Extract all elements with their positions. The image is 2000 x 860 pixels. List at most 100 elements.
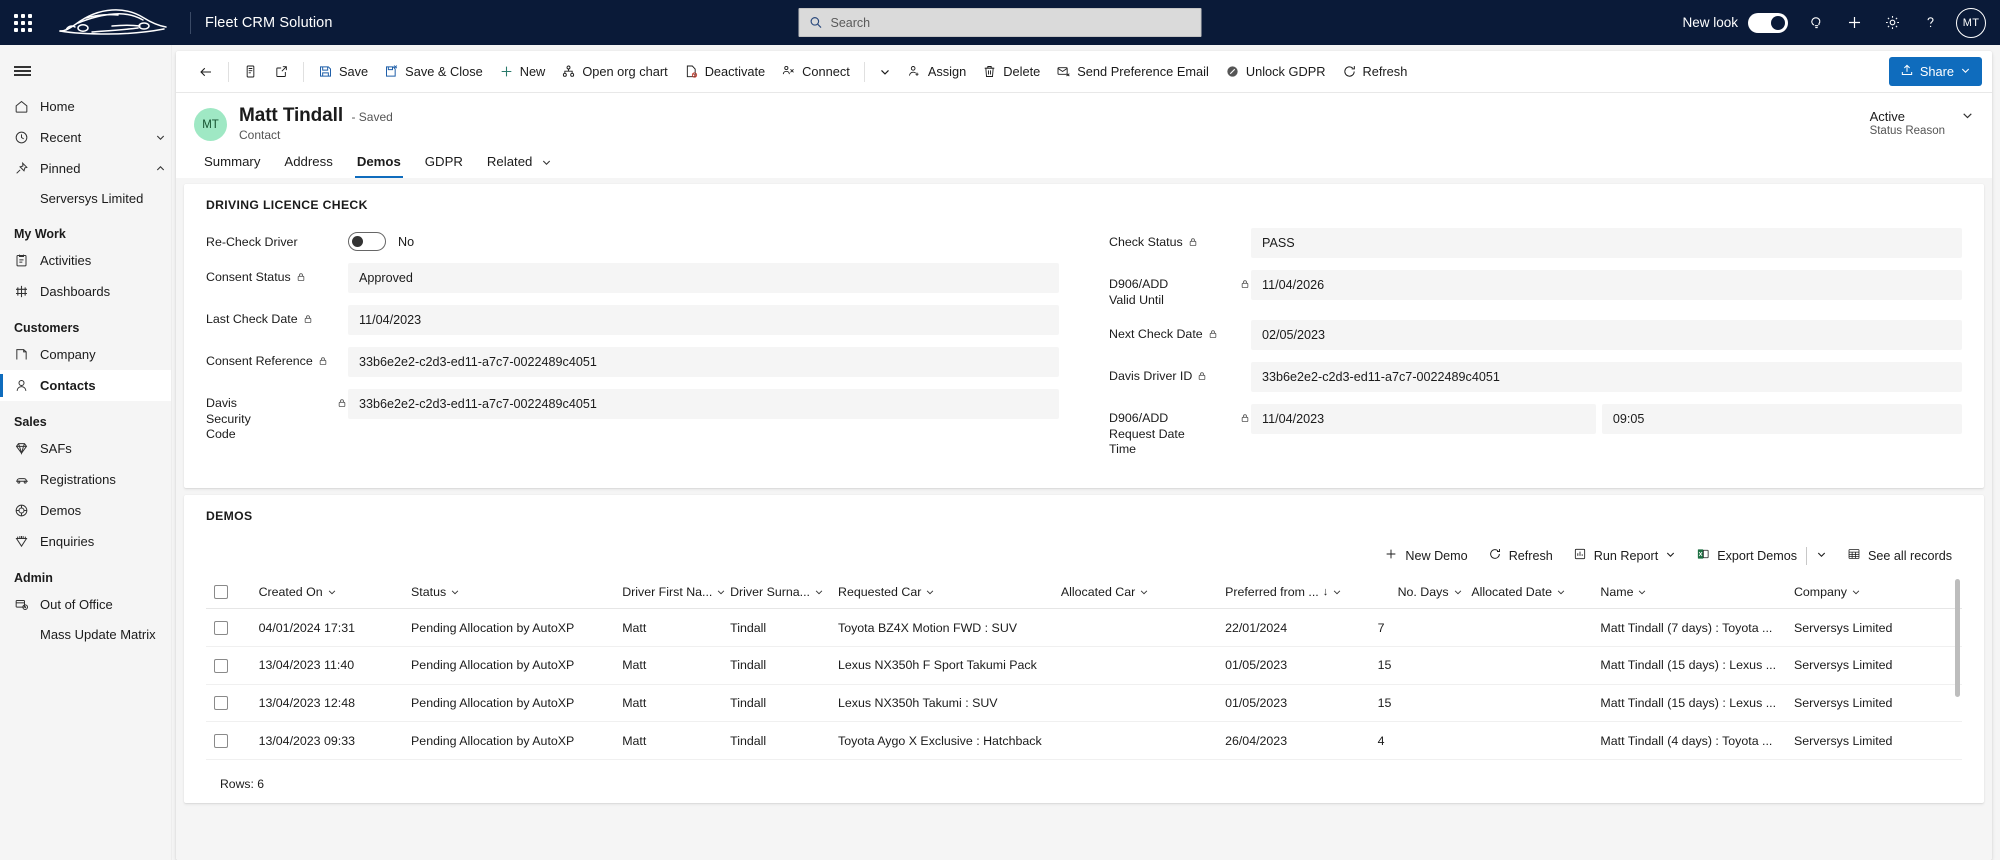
col-company[interactable]: Company <box>1785 576 1962 610</box>
unlock-gdpr-button[interactable]: Unlock GDPR <box>1217 57 1334 87</box>
back-arrow-icon[interactable] <box>190 57 222 87</box>
cell-requested-car[interactable]: Toyota BZ4X Motion FWD : SUV <box>830 608 1053 647</box>
col-allocated-date[interactable]: Allocated Date <box>1463 576 1593 610</box>
chevron-down-icon[interactable] <box>1816 549 1827 563</box>
tab-gdpr[interactable]: GDPR <box>415 146 473 178</box>
row-select-cell[interactable] <box>206 684 251 723</box>
sidebar-item-contacts[interactable]: Contacts <box>0 370 171 401</box>
global-search[interactable] <box>798 8 1202 37</box>
col-allocated-car[interactable]: Allocated Car <box>1052 576 1218 610</box>
col-requested-car[interactable]: Requested Car <box>830 576 1053 610</box>
row-select-cell[interactable] <box>206 759 251 765</box>
consent-status-value[interactable]: Approved <box>348 263 1059 293</box>
d906-add-request-date-value[interactable]: 11/04/2023 <box>1251 404 1596 434</box>
form-icon[interactable] <box>235 57 266 87</box>
tab-address[interactable]: Address <box>274 146 342 178</box>
row-checkbox[interactable] <box>214 696 228 711</box>
select-all-checkbox[interactable] <box>214 585 228 600</box>
col-name[interactable]: Name <box>1592 576 1786 610</box>
cell-requested-car[interactable]: Lexus NX350h Takumi : SUV <box>830 684 1053 723</box>
table-row[interactable]: 13/04/2023 12:48 Pending Allocation by A… <box>206 684 1962 723</box>
cell-requested-car[interactable]: Toyota Aygo X Exclusive : Hatchback <box>830 721 1053 761</box>
next-check-date-value[interactable]: 02/05/2023 <box>1251 320 1962 350</box>
cell-company[interactable]: Serversys Limited <box>1785 608 1962 647</box>
col-created-on[interactable]: Created On <box>250 576 404 610</box>
cell-company[interactable]: Serversys Limited <box>1785 684 1962 723</box>
delete-button[interactable]: Delete <box>974 57 1048 87</box>
run-report-button[interactable]: Run Report <box>1563 541 1686 571</box>
new-look-toggle[interactable] <box>1748 12 1788 33</box>
col-status[interactable]: Status <box>403 576 615 610</box>
avatar[interactable]: MT <box>1956 7 1986 38</box>
connect-button[interactable]: Connect <box>773 57 858 87</box>
send-preference-email-button[interactable]: Send Preference Email <box>1048 57 1217 87</box>
sidebar-item-enquiries[interactable]: Enquiries <box>0 526 171 557</box>
tab-summary[interactable]: Summary <box>194 146 270 178</box>
cell-name[interactable]: Matt Tindall (7 days) : Toyota ... <box>1592 608 1786 647</box>
save-button[interactable]: Save <box>310 57 376 87</box>
sidebar-item-dashboards[interactable]: Dashboards <box>0 276 171 307</box>
col-preferred-from[interactable]: Preferred from ... ↓ <box>1217 576 1370 610</box>
sidebar-item-activities[interactable]: Activities <box>0 245 171 276</box>
check-status-value[interactable]: PASS <box>1251 228 1962 258</box>
plus-icon[interactable] <box>1836 5 1872 41</box>
deactivate-button[interactable]: Deactivate <box>676 57 773 87</box>
cell-requested-car[interactable]: Toyota Aygo X Edge : Hatchback <box>830 759 1053 765</box>
chevron-down-icon[interactable] <box>1960 64 1971 79</box>
tab-demos[interactable]: Demos <box>347 146 411 178</box>
col-driver-first-name[interactable]: Driver First Na... <box>614 576 725 610</box>
cell-company[interactable]: Serversys Limited <box>1785 646 1962 685</box>
chevron-down-icon[interactable] <box>1665 549 1676 563</box>
table-row[interactable]: 13/04/2023 09:33 Pending Allocation by A… <box>206 721 1962 761</box>
assign-button[interactable]: Assign <box>899 57 974 87</box>
row-checkbox[interactable] <box>214 620 228 635</box>
row-checkbox[interactable] <box>214 734 228 749</box>
cell-name[interactable]: Matt Tindall (15 days) : Lexus ... <box>1592 684 1786 723</box>
select-all-header[interactable] <box>206 576 251 610</box>
sidebar-item-home[interactable]: Home <box>0 91 171 122</box>
col-driver-surname[interactable]: Driver Surna... <box>722 576 830 610</box>
davis-security-code-value[interactable]: 33b6e2e2-c2d3-ed11-a7c7-0022489c4051 <box>348 389 1059 419</box>
save-and-close-button[interactable]: Save & Close <box>376 57 491 87</box>
new-demo-button[interactable]: New Demo <box>1374 541 1477 571</box>
refresh-button[interactable]: Refresh <box>1334 57 1416 87</box>
hamburger-icon[interactable] <box>0 51 171 91</box>
popout-icon[interactable] <box>266 57 297 87</box>
sidebar-item-out-of-office[interactable]: Out of Office <box>0 589 171 620</box>
sidebar-item-company[interactable]: Company <box>0 339 171 370</box>
sidebar-item-registrations[interactable]: Registrations <box>0 464 171 495</box>
row-select-cell[interactable] <box>206 721 251 761</box>
cell-name[interactable]: Matt Tindall (15 days) : Lexus ... <box>1592 646 1786 685</box>
new-button[interactable]: New <box>491 57 554 87</box>
sidebar-item-safs[interactable]: SAFs <box>0 433 171 464</box>
table-row[interactable]: 13/04/2023 11:38 Pending Allocation by A… <box>206 759 1962 765</box>
open-org-chart-button[interactable]: Open org chart <box>553 57 675 87</box>
export-demos-button[interactable]: Export Demos <box>1686 541 1837 571</box>
chevron-down-icon[interactable] <box>1961 109 1974 127</box>
status-reason-control[interactable]: Active Status Reason <box>1870 105 1974 137</box>
last-check-date-value[interactable]: 11/04/2023 <box>348 305 1059 335</box>
grid-vertical-scrollbar[interactable] <box>1955 578 1960 697</box>
d906-add-request-time-value[interactable]: 09:05 <box>1601 404 1962 434</box>
row-select-cell[interactable] <box>206 646 251 685</box>
see-all-records-button[interactable]: See all records <box>1837 541 1962 571</box>
demos-grid-scroll-region[interactable]: Created On Status Driver First Na... Dri… <box>206 576 1962 765</box>
chevron-down-icon[interactable] <box>149 132 171 143</box>
cell-requested-car[interactable]: Lexus NX350h F Sport Takumi Pack <box>830 646 1053 685</box>
cell-company[interactable]: Serversys Limited <box>1785 759 1962 765</box>
cell-name[interactable]: Matt Tindall (6 days) : Toyota ... <box>1592 759 1786 765</box>
search-input[interactable] <box>830 15 1191 30</box>
consent-reference-value[interactable]: 33b6e2e2-c2d3-ed11-a7c7-0022489c4051 <box>348 347 1059 377</box>
app-launcher-icon[interactable] <box>0 0 46 45</box>
chevron-up-icon[interactable] <box>149 163 171 174</box>
new-look-toggle-group[interactable]: New look <box>1682 12 1788 33</box>
sidebar-item-pinned[interactable]: Pinned <box>0 153 171 184</box>
cell-name[interactable]: Matt Tindall (4 days) : Toyota ... <box>1592 721 1786 761</box>
davis-driver-id-value[interactable]: 33b6e2e2-c2d3-ed11-a7c7-0022489c4051 <box>1251 362 1962 392</box>
gear-icon[interactable] <box>1874 5 1910 41</box>
chevron-down-icon[interactable] <box>871 57 899 87</box>
share-button[interactable]: Share <box>1888 57 1982 86</box>
row-select-cell[interactable] <box>206 608 251 647</box>
chevron-down-icon[interactable] <box>541 157 552 168</box>
table-row[interactable]: 13/04/2023 11:40 Pending Allocation by A… <box>206 646 1962 685</box>
